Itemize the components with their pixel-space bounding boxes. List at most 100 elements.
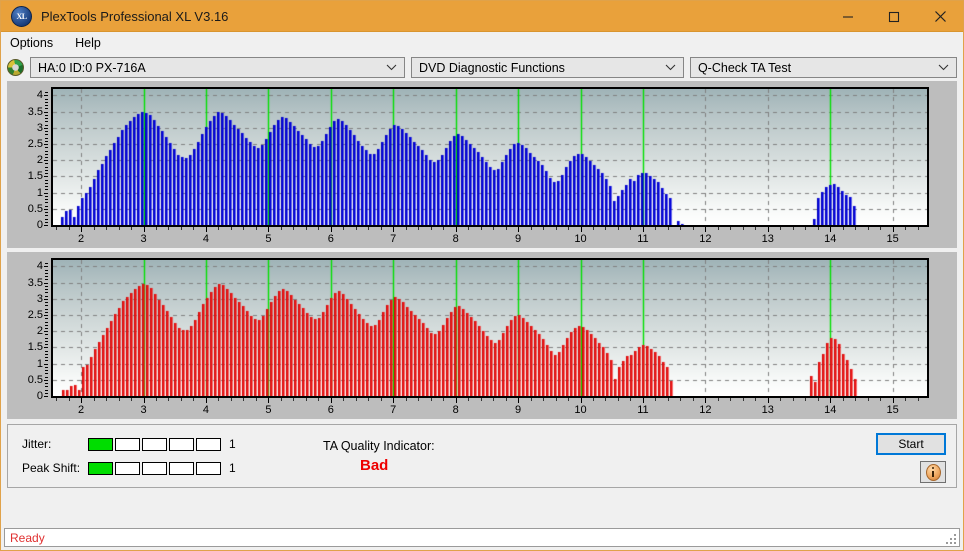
y-tick-label: 3 [36, 121, 43, 134]
x-minor-tick [692, 398, 694, 401]
y-minor-tick [45, 157, 48, 158]
x-minor-tick [368, 398, 370, 401]
x-minor-tick [692, 227, 694, 230]
x-minor-tick [480, 227, 482, 230]
x-tick-mark [81, 227, 83, 232]
y-tick-label: 4 [36, 89, 43, 102]
x-minor-tick [593, 227, 594, 230]
x-minor-tick [667, 398, 669, 401]
y-minor-tick [45, 215, 48, 217]
y-minor-tick [45, 318, 48, 320]
x-minor-tick [318, 227, 320, 230]
x-tick-label: 12 [699, 404, 712, 416]
drive-select[interactable]: HA:0 ID:0 PX-716A [30, 57, 405, 78]
y-minor-tick [45, 140, 48, 142]
function-select[interactable]: DVD Diagnostic Functions [411, 57, 684, 78]
chevron-down-icon [938, 58, 949, 77]
menu-item-help[interactable]: Help [73, 34, 110, 52]
x-tick-label: 13 [761, 233, 774, 245]
x-tick-mark [205, 227, 207, 232]
y-minor-tick [45, 160, 48, 162]
x-minor-tick [93, 398, 95, 401]
y-minor-tick [45, 263, 48, 265]
y-minor-tick [45, 169, 48, 171]
peak-shift-row: Peak Shift: 1 [22, 461, 236, 475]
maximize-icon[interactable] [871, 1, 917, 32]
y-tick-label: 3.5 [27, 105, 43, 118]
info-button[interactable] [920, 461, 946, 483]
x-minor-tick [430, 398, 432, 401]
x-minor-tick [905, 398, 907, 401]
x-minor-tick [218, 227, 220, 230]
x-tick-label: 5 [265, 233, 272, 245]
disc-icon [7, 59, 24, 76]
meter-cell [115, 437, 140, 451]
x-tick-label: 6 [327, 404, 334, 416]
x-minor-tick [880, 227, 882, 230]
y-minor-tick [45, 357, 48, 359]
close-icon[interactable] [917, 1, 963, 32]
menu-item-options[interactable]: Options [8, 34, 62, 52]
x-minor-tick [667, 227, 669, 230]
x-tick-mark [143, 398, 145, 403]
y-minor-tick [45, 218, 48, 220]
meter-cell [196, 461, 221, 475]
start-button[interactable]: Start [876, 433, 946, 455]
x-minor-tick [493, 227, 495, 230]
y-minor-tick [45, 389, 48, 391]
drive-select-value: HA:0 ID:0 PX-716A [38, 60, 146, 75]
x-minor-tick [243, 227, 245, 230]
y-minor-tick [45, 328, 48, 329]
y-minor-tick [45, 131, 48, 133]
peak-shift-meter [88, 461, 221, 475]
y-tick-label: 2 [36, 325, 43, 338]
x-minor-tick [655, 398, 657, 401]
y-minor-tick [45, 383, 48, 385]
y-minor-tick [45, 292, 48, 294]
x-tick-mark [143, 227, 145, 232]
y-minor-tick [45, 331, 48, 333]
x-minor-tick [543, 398, 545, 401]
peak-shift-label: Peak Shift: [22, 461, 81, 475]
y-minor-tick [45, 95, 48, 97]
y-minor-tick [45, 163, 48, 165]
jitter-row: Jitter: 1 [22, 437, 236, 451]
jitter-value: 1 [229, 437, 236, 451]
x-tick-label: 7 [390, 404, 397, 416]
y-minor-tick [45, 108, 48, 110]
meter-cell [142, 461, 167, 475]
meter-cell [88, 461, 113, 475]
y-minor-tick [45, 347, 48, 349]
x-tick-label: 9 [515, 404, 522, 416]
test-select[interactable]: Q-Check TA Test [689, 57, 958, 78]
y-minor-tick [45, 272, 48, 274]
y-minor-tick [45, 285, 48, 287]
y-minor-tick [45, 353, 48, 355]
y-minor-tick [45, 324, 48, 326]
x-minor-tick [156, 398, 157, 401]
minimize-icon[interactable] [825, 1, 871, 32]
x-minor-tick [118, 398, 120, 401]
x-tick-mark [455, 227, 457, 232]
x-tick-label: 14 [824, 233, 837, 245]
x-minor-tick [543, 227, 545, 230]
y-minor-tick [45, 179, 48, 181]
x-minor-tick [530, 398, 532, 401]
y-minor-tick [45, 386, 48, 388]
x-minor-tick [131, 398, 133, 401]
y-minor-tick [45, 366, 48, 368]
x-minor-tick [368, 227, 370, 230]
y-tick-label: 1.5 [27, 170, 43, 183]
x-tick-mark [892, 227, 894, 232]
x-minor-tick [730, 227, 732, 230]
x-minor-tick [56, 398, 58, 401]
x-minor-tick [730, 398, 732, 401]
y-tick-label: 3.5 [27, 276, 43, 289]
results-panel: Jitter: 1 Peak Shift: 1 TA Quality Indic… [7, 424, 957, 488]
y-minor-tick [45, 266, 48, 268]
x-minor-tick [230, 398, 232, 401]
y-tick-label: 3 [36, 292, 43, 305]
x-tick-label: 8 [452, 233, 459, 245]
x-minor-tick [68, 227, 70, 230]
info-icon [925, 463, 941, 481]
